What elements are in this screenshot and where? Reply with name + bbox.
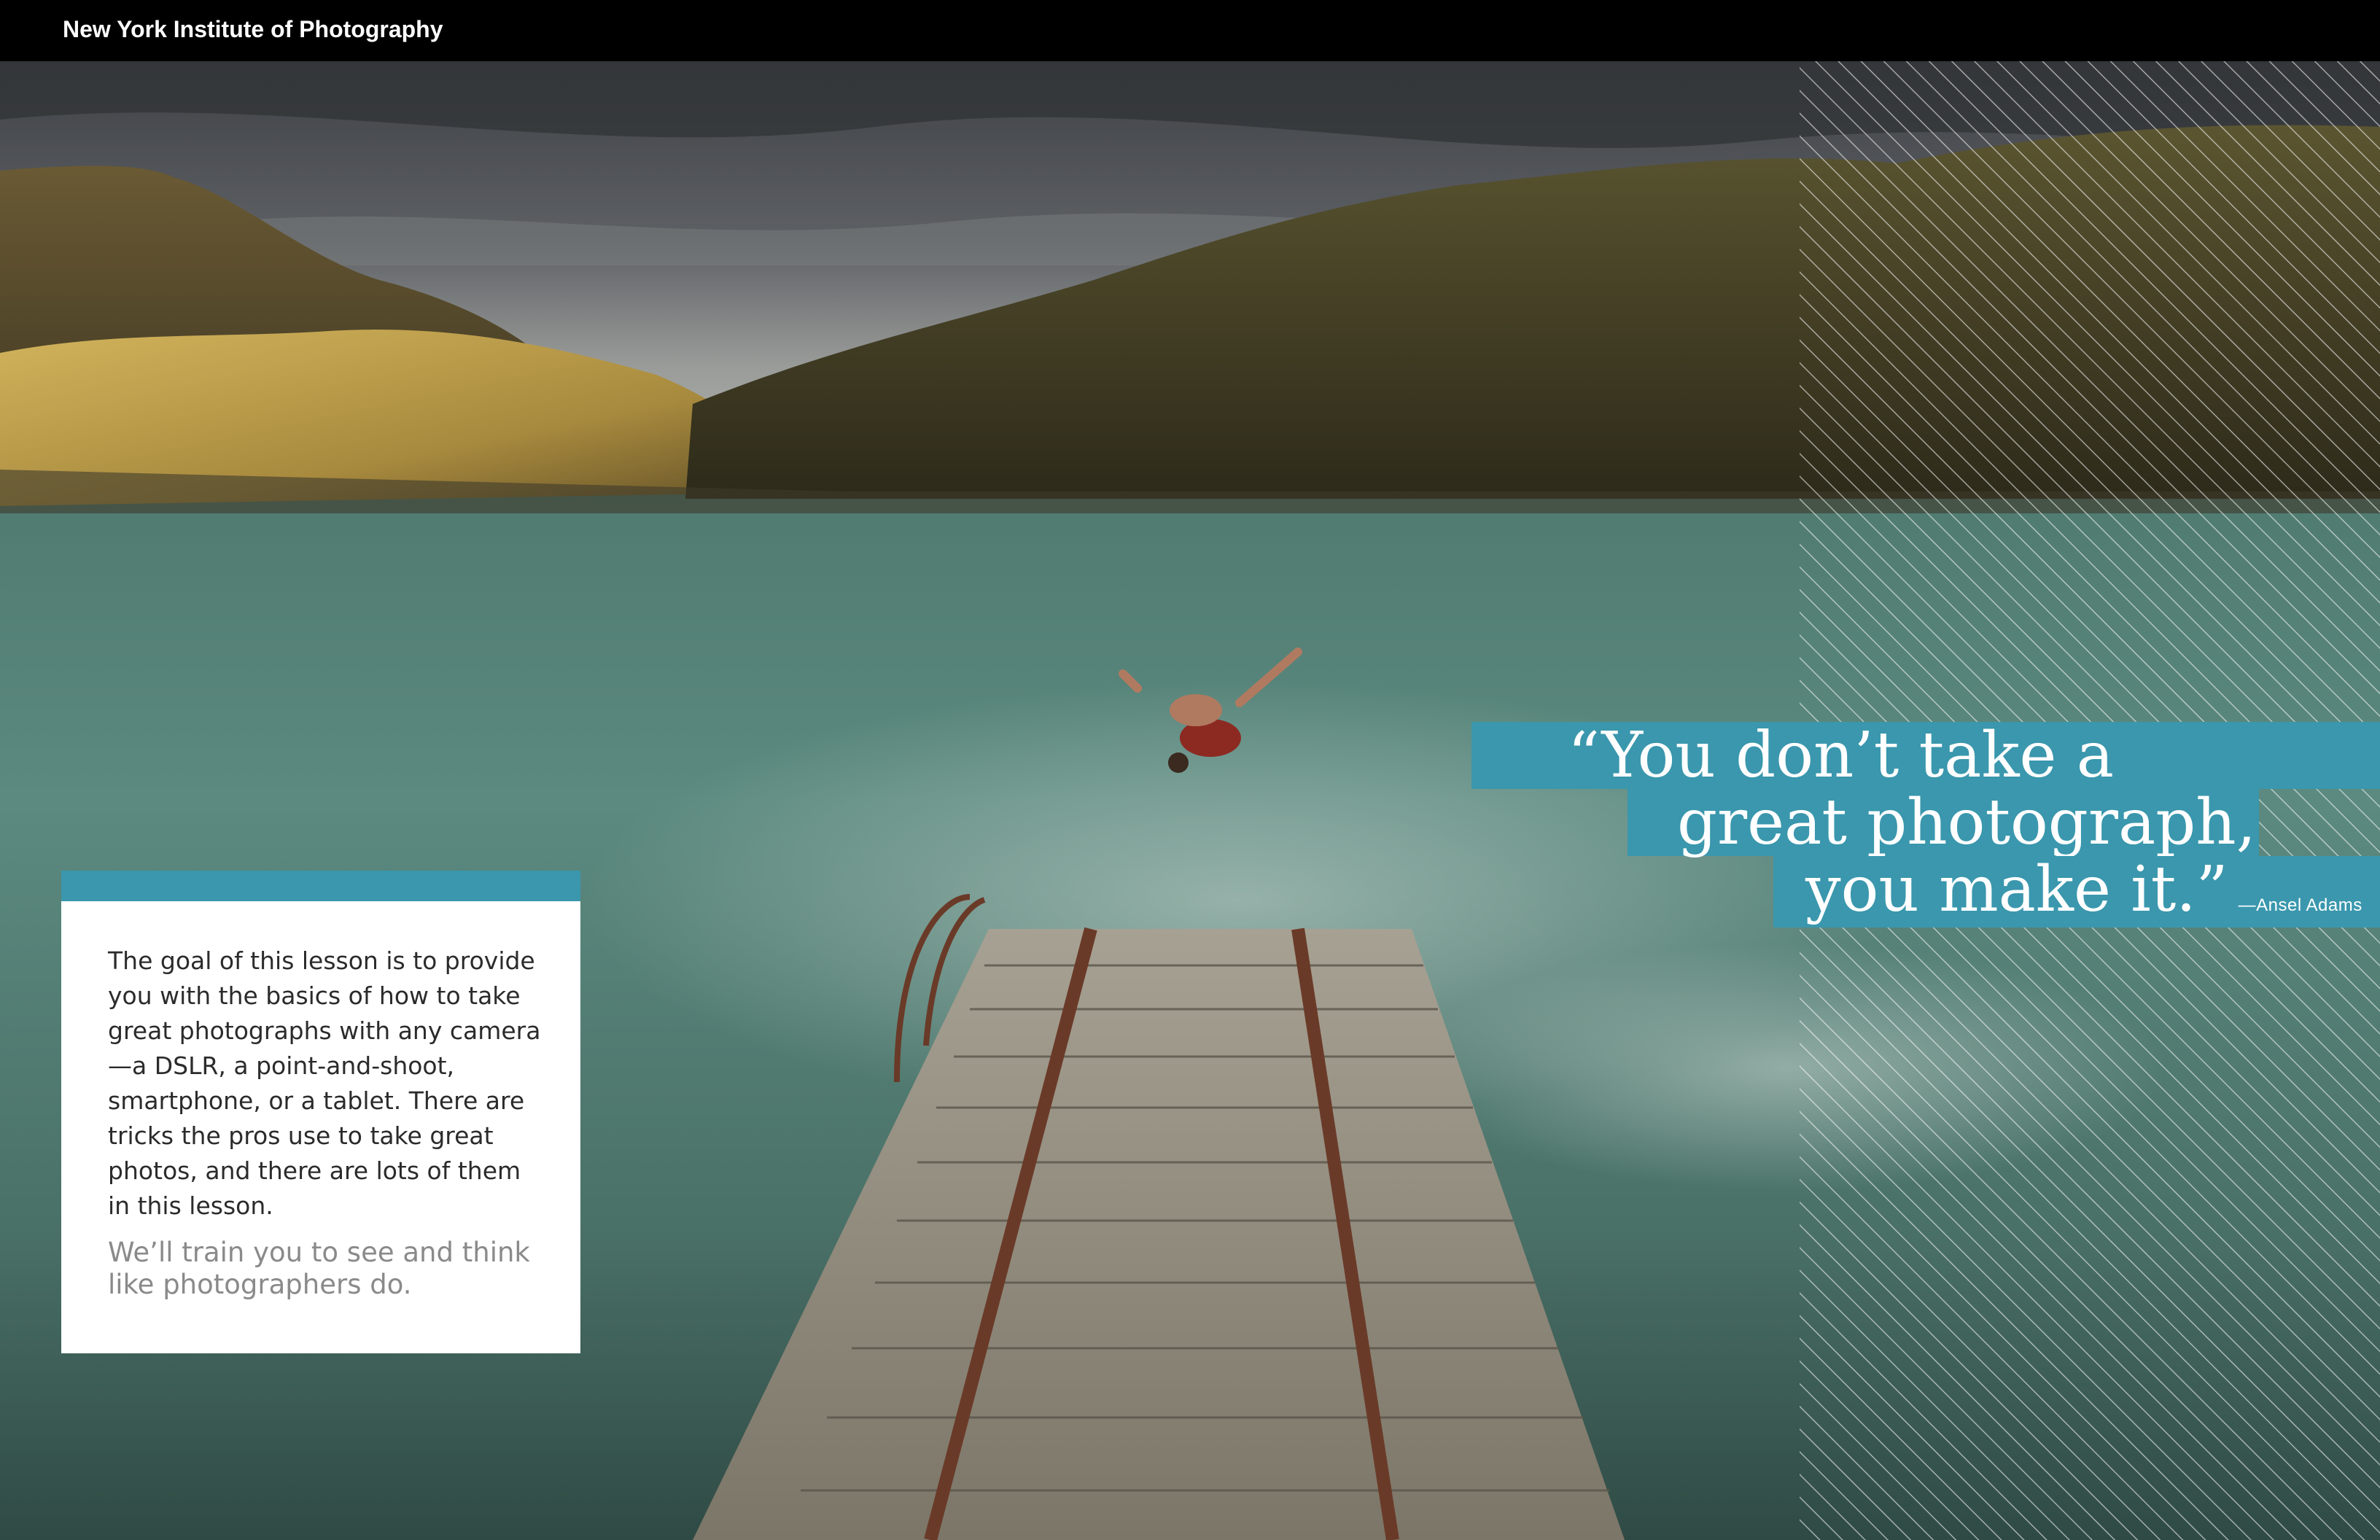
brand-name: Photography — [299, 16, 443, 42]
intro-card-body: The goal of this lesson is to provide yo… — [108, 944, 545, 1301]
brand-title: New York Institute of Photography — [63, 13, 443, 45]
intro-paragraph: The goal of this lesson is to provide yo… — [108, 946, 541, 1220]
quote-line-3: you make it.” —Ansel Adams — [1773, 856, 2380, 928]
intro-card: The goal of this lesson is to provide yo… — [61, 871, 580, 1353]
intro-tagline: We’ll train you to see and think like ph… — [108, 1237, 530, 1300]
quote-attribution: —Ansel Adams — [2238, 895, 2362, 915]
brand-prefix: New York Institute of — [63, 16, 293, 42]
intro-card-accent-bar — [61, 871, 580, 901]
quote-line-1: “You don’t take a — [1471, 722, 2380, 789]
header-bar: New York Institute of Photography — [0, 0, 2380, 61]
quote-text-3: you make it.” — [1805, 853, 2228, 926]
quote-text-1: “You don’t take a — [1568, 719, 2115, 792]
quote-line-2: great photograph, — [1628, 789, 2259, 856]
quote-text-2: great photograph, — [1677, 786, 2256, 859]
